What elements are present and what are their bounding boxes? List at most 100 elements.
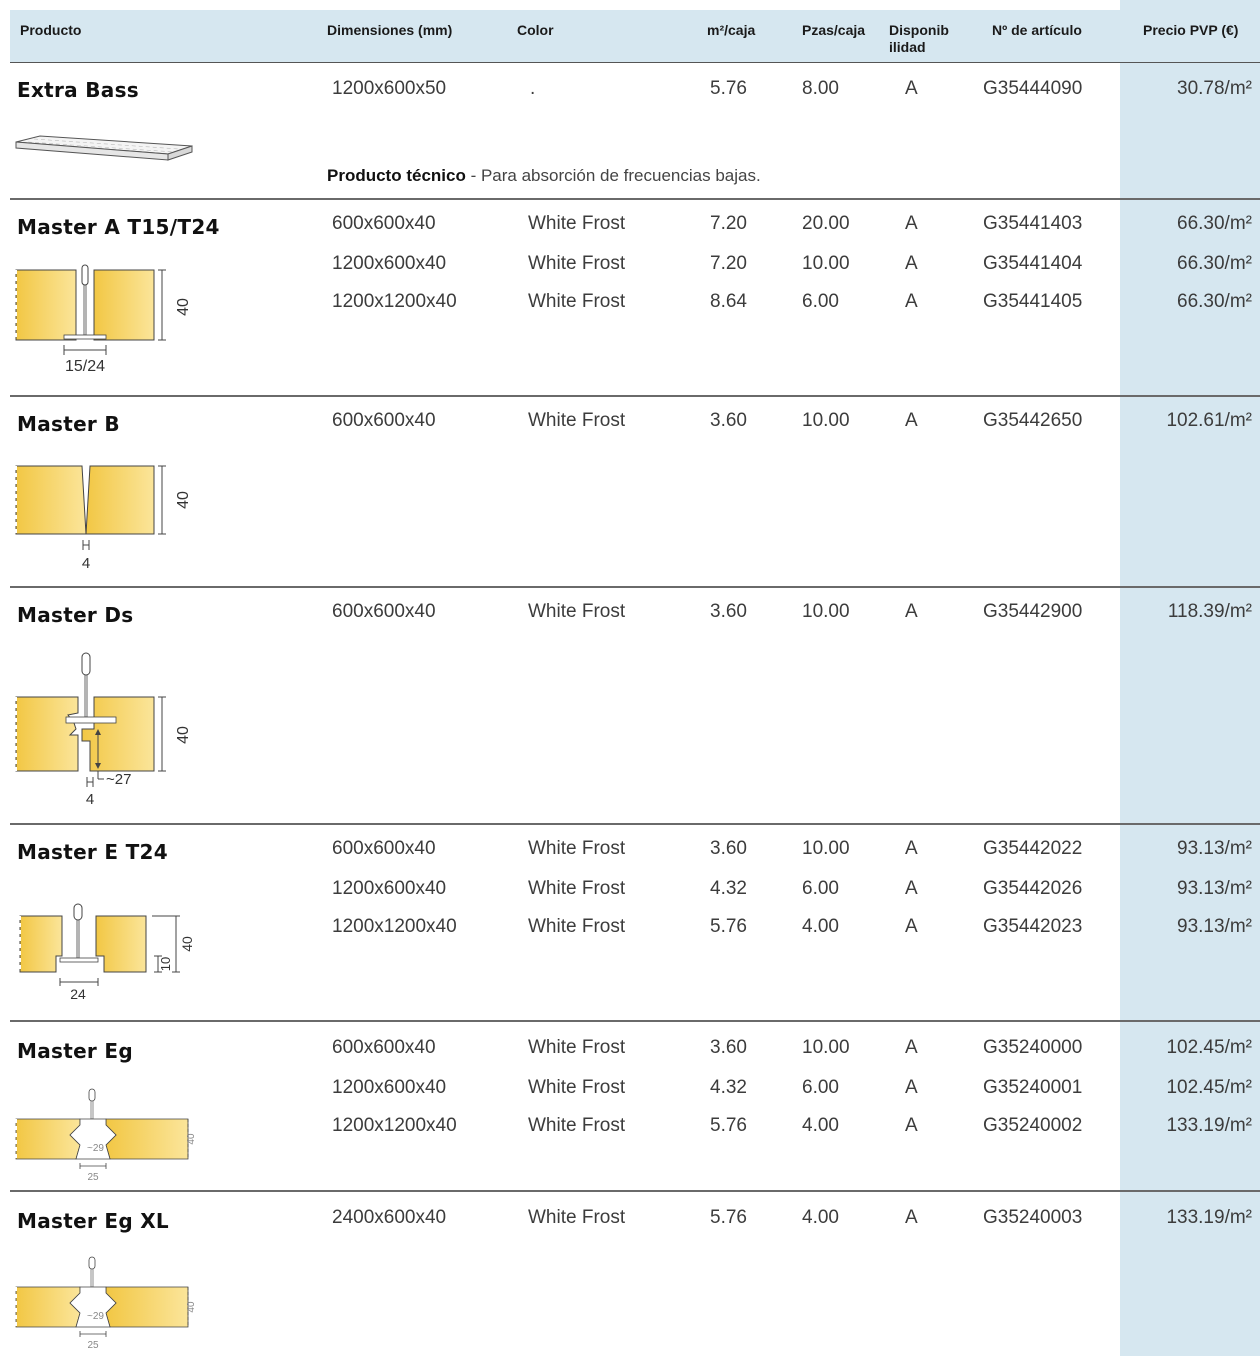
- cell-dimensions: 1200x1200x40: [332, 916, 457, 937]
- cell-pzas: 10.00: [802, 410, 850, 431]
- cell-pzas: 6.00: [802, 291, 839, 312]
- cell-color: White Frost: [528, 1037, 626, 1058]
- cell-pzas: 4.00: [802, 1207, 839, 1228]
- header-precio: Precio PVP (€): [1143, 22, 1239, 38]
- cell-color: White Frost: [528, 1077, 626, 1098]
- master-eg-edge-diagram: ~29 40 25: [15, 1088, 197, 1183]
- cell-dimensions: 600x600x40: [332, 1037, 436, 1058]
- product-master-b: Master B 600x600x40 White Frost 3.60 10.…: [10, 396, 1260, 586]
- cell-articulo: G35442650: [983, 410, 1083, 431]
- table-header: Producto Dimensiones (mm) Color m²/caja …: [10, 10, 1260, 63]
- fig-width-label: 25: [87, 1172, 99, 1183]
- cell-pzas: 6.00: [802, 1077, 839, 1098]
- master-b-edge-diagram: 40 4: [15, 465, 192, 572]
- cell-m2: 4.32: [710, 1077, 747, 1098]
- cell-articulo: G35441404: [983, 253, 1083, 274]
- cell-dimensions: 1200x600x50: [332, 78, 447, 99]
- master-e-edge-diagram: 10 40 24: [19, 903, 195, 1002]
- cell-pzas: 10.00: [802, 601, 850, 622]
- header-disponibilidad-line2: ilidad: [889, 39, 926, 55]
- fig-height-label: 40: [175, 298, 192, 316]
- cell-color: White Frost: [528, 410, 626, 431]
- cell-precio: 66.30/m²: [1177, 213, 1252, 234]
- fig-height-label: 40: [186, 1133, 197, 1145]
- cell-m2: 4.32: [710, 878, 747, 899]
- cell-disponibilidad: A: [905, 1037, 918, 1058]
- cell-articulo: G35240003: [983, 1207, 1083, 1228]
- cell-precio: 93.13/m²: [1177, 878, 1252, 899]
- cell-dimensions: 1200x600x40: [332, 878, 447, 899]
- cell-color: White Frost: [528, 1207, 626, 1228]
- cell-pzas: 6.00: [802, 878, 839, 899]
- cell-articulo: G35240002: [983, 1115, 1083, 1136]
- cell-pzas: 10.00: [802, 253, 850, 274]
- header-disponibilidad: Disponib ilidad: [889, 22, 949, 56]
- cell-disponibilidad: A: [905, 916, 918, 937]
- header-pzas-caja: Pzas/caja: [802, 22, 866, 38]
- cell-color: White Frost: [528, 601, 626, 622]
- note-text: - Para absorción de frecuencias bajas.: [465, 166, 761, 185]
- product-name: Master Eg: [17, 1039, 133, 1063]
- cell-pzas: 8.00: [802, 78, 839, 99]
- cell-precio: 30.78/m²: [1177, 78, 1252, 99]
- fig-width-label: 4: [82, 555, 90, 572]
- fig-depth-label: ~27: [106, 771, 131, 788]
- cell-color: White Frost: [528, 253, 626, 274]
- fig-width-label: 15/24: [65, 358, 105, 375]
- product-name: Master E T24: [17, 840, 168, 864]
- cell-articulo: G35240001: [983, 1077, 1083, 1098]
- cell-precio: 93.13/m²: [1177, 838, 1252, 859]
- cell-pzas: 10.00: [802, 1037, 850, 1058]
- cell-precio: 118.39/m²: [1167, 601, 1252, 622]
- cell-disponibilidad: A: [905, 213, 918, 234]
- fig-depth-label: ~29: [87, 1311, 104, 1322]
- cell-disponibilidad: A: [905, 291, 918, 312]
- header-producto: Producto: [20, 22, 82, 38]
- cell-articulo: G35444090: [983, 78, 1083, 99]
- cell-m2: 7.20: [710, 253, 747, 274]
- header-articulo: Nº de artículo: [992, 22, 1082, 38]
- header-dimensiones: Dimensiones (mm): [327, 22, 453, 38]
- cell-dimensions: 600x600x40: [332, 601, 436, 622]
- cell-pzas: 20.00: [802, 213, 850, 234]
- cell-articulo: G35240000: [983, 1037, 1083, 1058]
- cell-m2: 5.76: [710, 1115, 747, 1136]
- cell-color: White Frost: [528, 916, 626, 937]
- fig-height-label: 40: [186, 1301, 197, 1313]
- cell-color: White Frost: [528, 213, 626, 234]
- cell-m2: 7.20: [710, 213, 747, 234]
- cell-m2: 3.60: [710, 838, 747, 859]
- cell-articulo: G35441405: [983, 291, 1083, 312]
- product-name: Master Eg XL: [17, 1209, 169, 1233]
- cell-precio: 102.61/m²: [1166, 410, 1252, 431]
- cell-disponibilidad: A: [905, 1207, 918, 1228]
- fig-inner-label: 10: [158, 957, 173, 971]
- cell-color: White Frost: [528, 291, 626, 312]
- cell-disponibilidad: A: [905, 253, 918, 274]
- cell-disponibilidad: A: [905, 838, 918, 859]
- cell-dimensions: 600x600x40: [332, 213, 436, 234]
- product-master-a: Master A T15/T24 600x600x40 White Frost …: [10, 199, 1260, 395]
- cell-articulo: G35442900: [983, 601, 1083, 622]
- product-note: Producto técnico - Para absorción de fre…: [327, 166, 761, 186]
- cell-dimensions: 1200x600x40: [332, 1077, 447, 1098]
- fig-width-label: 24: [70, 986, 86, 1002]
- fig-height-label: 40: [175, 726, 192, 744]
- cell-precio: 93.13/m²: [1177, 916, 1252, 937]
- product-name: Extra Bass: [17, 78, 139, 102]
- cell-disponibilidad: A: [905, 410, 918, 431]
- cell-pzas: 10.00: [802, 838, 850, 859]
- cell-precio: 66.30/m²: [1177, 291, 1252, 312]
- cell-pzas: 4.00: [802, 916, 839, 937]
- cell-m2: 3.60: [710, 410, 747, 431]
- master-eg-xl-edge-diagram: ~29 40 25: [15, 1256, 197, 1351]
- cell-m2: 5.76: [710, 1207, 747, 1228]
- cell-dimensions: 600x600x40: [332, 410, 436, 431]
- cell-disponibilidad: A: [905, 1115, 918, 1136]
- cell-m2: 3.60: [710, 1037, 747, 1058]
- header-color: Color: [517, 22, 554, 38]
- cell-dimensions: 1200x1200x40: [332, 291, 457, 312]
- cell-articulo: G35442026: [983, 878, 1083, 899]
- extra-bass-panel-illustration: [15, 135, 193, 161]
- fig-height-label: 40: [175, 491, 192, 509]
